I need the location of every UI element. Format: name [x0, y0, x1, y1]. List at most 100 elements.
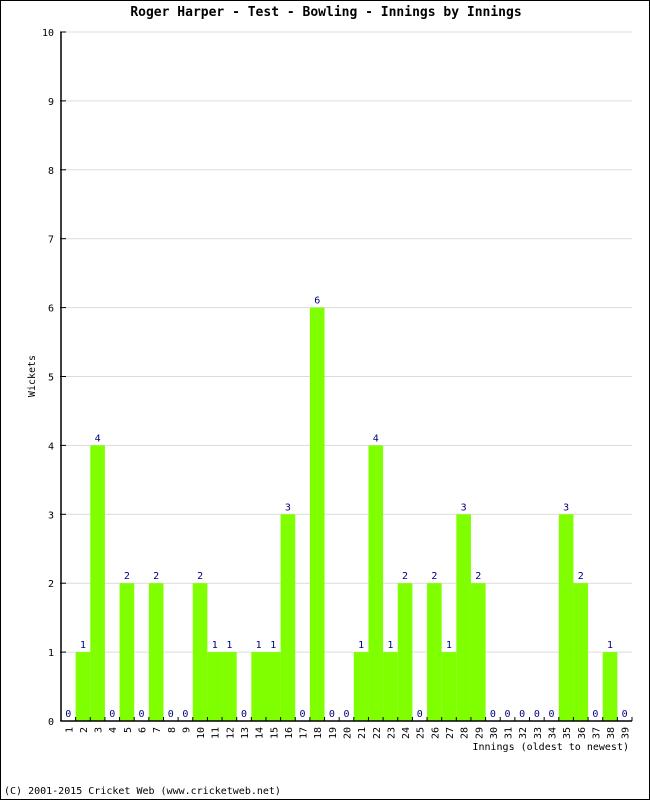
bar: [470, 583, 486, 721]
x-tick-label: 20: [343, 727, 354, 739]
data-label: 1: [270, 640, 276, 651]
data-label: 0: [592, 709, 598, 720]
bar: [192, 583, 208, 721]
y-tick-label: 3: [48, 510, 54, 521]
x-tick-label: 15: [269, 727, 280, 739]
bar: [119, 583, 135, 721]
x-tick-label: 19: [328, 727, 339, 739]
data-label: 4: [95, 433, 101, 444]
x-tick-label: 18: [313, 727, 324, 739]
data-label: 4: [373, 433, 379, 444]
bar: [75, 652, 91, 721]
bar: [280, 514, 296, 721]
data-label: 1: [256, 640, 262, 651]
x-tick-label: 6: [138, 727, 149, 733]
x-tick-label: 21: [357, 727, 368, 739]
data-label: 0: [622, 709, 628, 720]
data-label: 1: [387, 640, 393, 651]
data-label: 1: [80, 640, 86, 651]
y-axis-label: Wickets: [27, 355, 38, 397]
bar: [207, 652, 223, 721]
gridlines: [61, 31, 632, 653]
x-tick-label: 24: [401, 727, 412, 739]
x-tick-label: 38: [606, 727, 617, 739]
x-tick-label: 3: [94, 727, 105, 733]
x-tick-label: 28: [460, 727, 471, 739]
data-label: 0: [182, 709, 188, 720]
x-tick-labels: 1 2 3 4 5 6 7 8 9 10 11 12 13 14 15 16 17 18 19 20 21 22 23 24 2…: [64, 727, 631, 739]
data-label: 0: [343, 709, 349, 720]
x-tick-label: 35: [562, 727, 573, 739]
data-label: 2: [475, 571, 481, 582]
bar: [383, 652, 398, 721]
x-tick-label: 12: [225, 727, 236, 739]
x-tick-label: 14: [255, 727, 266, 739]
bar: [222, 652, 237, 721]
y-tick-label: 9: [48, 97, 54, 108]
bar: [397, 583, 413, 721]
data-label: 0: [505, 709, 511, 720]
bar: [148, 583, 164, 721]
y-tick-label: 7: [48, 235, 54, 246]
data-label: 0: [519, 709, 525, 720]
data-label: 1: [607, 640, 613, 651]
bar: [456, 514, 471, 721]
x-tick-label: 7: [152, 727, 163, 733]
bar: [602, 652, 618, 721]
x-tick-label: 1: [64, 727, 75, 733]
x-tick-label: 22: [372, 727, 383, 739]
bar: [558, 514, 574, 721]
y-tick-label: 5: [48, 373, 54, 384]
x-tick-label: 8: [167, 727, 178, 733]
bar-chart: 01402020 021 101 13060 01412021320 0 0 0 032010 …: [27, 28, 633, 753]
x-tick-label: 2: [79, 727, 90, 733]
y-tick-label: 10: [42, 28, 54, 39]
bar: [90, 445, 105, 721]
data-label: 3: [563, 502, 569, 513]
x-tick-label: 13: [240, 727, 251, 739]
bar: [441, 652, 457, 721]
y-tick-label: 8: [48, 166, 54, 177]
data-label: 3: [285, 502, 291, 513]
x-tick-label: 34: [547, 727, 558, 739]
data-label: 0: [490, 709, 496, 720]
data-label: 0: [168, 709, 174, 720]
x-tick-label: 16: [284, 727, 295, 739]
x-tick-label: 37: [591, 727, 602, 739]
data-label: 3: [461, 502, 467, 513]
x-axis-label: Innings (oldest to newest): [472, 742, 629, 753]
y-tick-labels: 0 1 2 3 4 5 6 7 8 9 10: [42, 28, 54, 728]
data-label: 1: [212, 640, 218, 651]
x-tick-label: 17: [299, 727, 310, 739]
data-label: 0: [417, 709, 423, 720]
x-tick-label: 4: [108, 727, 119, 733]
x-tick-label: 26: [430, 727, 441, 739]
bar: [265, 652, 281, 721]
x-tick-label: 11: [211, 727, 222, 739]
y-tick-label: 6: [48, 304, 54, 315]
x-tick-label: 27: [445, 727, 456, 739]
y-tick-label: 1: [48, 648, 54, 659]
chart-frame: Roger Harper - Test - Bowling - Innings …: [0, 0, 650, 800]
x-tick-label: 39: [621, 727, 632, 739]
data-label: 0: [548, 709, 554, 720]
bar: [309, 307, 325, 721]
data-label: 0: [300, 709, 306, 720]
bar: [368, 445, 384, 721]
y-tick-label: 4: [48, 441, 54, 452]
data-label: 0: [534, 709, 540, 720]
data-label: 0: [109, 709, 115, 720]
data-label: 2: [578, 571, 584, 582]
y-tick-label: 0: [48, 717, 54, 728]
data-label: 2: [153, 571, 159, 582]
data-label: 2: [124, 571, 130, 582]
x-tick-label: 25: [416, 727, 427, 739]
bar: [573, 583, 589, 721]
x-tick-label: 9: [181, 727, 192, 733]
x-tick-label: 29: [474, 727, 485, 739]
bar: [427, 583, 442, 721]
x-tick-label: 10: [196, 727, 207, 739]
y-tick-label: 2: [48, 579, 54, 590]
data-label: 0: [329, 709, 335, 720]
data-label: 1: [446, 640, 452, 651]
